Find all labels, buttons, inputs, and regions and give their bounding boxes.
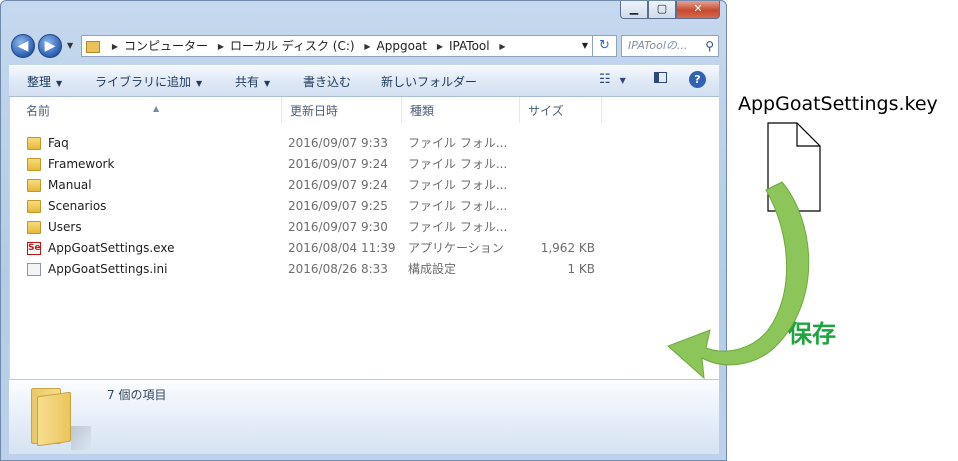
file-size: 1,962 KB bbox=[540, 241, 595, 255]
file-date: 2016/09/07 9:24 bbox=[288, 178, 388, 192]
file-row-scenarios[interactable]: Scenarios 2016/09/07 9:25 ファイル フォル... bbox=[10, 196, 719, 217]
file-name: AppGoatSettings.ini bbox=[48, 262, 168, 276]
chevron-down-icon: ▼ bbox=[196, 79, 203, 88]
file-row-faq[interactable]: Faq 2016/09/07 9:33 ファイル フォル... bbox=[10, 133, 719, 154]
file-type: ファイル フォル... bbox=[408, 178, 508, 192]
file-date: 2016/08/04 11:39 bbox=[288, 241, 396, 255]
file-date: 2016/09/07 9:25 bbox=[288, 199, 388, 213]
file-name: Framework bbox=[48, 157, 115, 171]
sort-ascending-icon: ▲ bbox=[153, 104, 160, 113]
maximize-button[interactable]: ▢ bbox=[648, 1, 676, 19]
file-name: Manual bbox=[48, 178, 92, 192]
column-name[interactable]: 名前 ▲ bbox=[18, 97, 282, 123]
file-type: ファイル フォル... bbox=[408, 199, 508, 213]
search-icon[interactable]: ⚲ bbox=[705, 36, 714, 56]
file-row-users[interactable]: Users 2016/09/07 9:30 ファイル フォル... bbox=[10, 217, 719, 238]
view-options-button[interactable]: ☷ ▼ bbox=[599, 72, 626, 87]
organize-button[interactable]: 整理 ▼ bbox=[27, 73, 62, 90]
save-label: 保存 bbox=[788, 320, 836, 348]
refresh-icon: ↻ bbox=[599, 38, 610, 53]
file-name: Users bbox=[48, 220, 82, 234]
file-date: 2016/09/07 9:30 bbox=[288, 220, 388, 234]
burn-button[interactable]: 書き込む bbox=[303, 73, 351, 90]
file-type: 構成設定 bbox=[408, 262, 457, 276]
organize-label: 整理 bbox=[27, 75, 52, 89]
folder-icon bbox=[27, 158, 41, 171]
file-name: Scenarios bbox=[48, 199, 107, 213]
chevron-right-icon[interactable]: ▶ bbox=[218, 42, 224, 51]
save-arrow bbox=[667, 181, 810, 380]
breadcrumb-local-disk[interactable]: ローカル ディスク (C:) bbox=[230, 39, 355, 53]
file-row-appgoatsettings-ini[interactable]: AppGoatSettings.ini 2016/08/26 8:33 構成設定… bbox=[10, 259, 719, 280]
preview-pane-button[interactable] bbox=[654, 72, 667, 87]
address-dropdown-icon[interactable]: ▼ bbox=[582, 36, 588, 56]
file-date: 2016/08/26 8:33 bbox=[288, 262, 388, 276]
search-placeholder: IPAToolの... bbox=[628, 39, 688, 52]
column-name-label: 名前 bbox=[26, 104, 51, 118]
chevron-right-icon[interactable]: ▶ bbox=[364, 42, 370, 51]
command-bar: 整理 ▼ ライブラリに追加 ▼ 共有 ▼ 書き込む 新しいフォルダー ☷ ▼ ? bbox=[9, 65, 719, 97]
file-row-appgoatsettings-exe[interactable]: Set AppGoatSettings.exe 2016/08/04 11:39… bbox=[10, 238, 719, 259]
details-pane: 7 個の項目 bbox=[9, 379, 719, 454]
file-size: 1 KB bbox=[567, 262, 595, 276]
file-type: ファイル フォル... bbox=[408, 136, 508, 150]
forward-button[interactable]: ▶ bbox=[38, 34, 62, 58]
recent-pages-dropdown[interactable]: ▼ bbox=[67, 41, 73, 50]
view-list-icon: ☷ bbox=[599, 72, 611, 87]
file-name: Faq bbox=[48, 136, 69, 150]
folder-icon bbox=[86, 40, 100, 53]
chevron-down-icon: ▼ bbox=[619, 76, 626, 85]
chevron-right-icon[interactable]: ▶ bbox=[437, 42, 443, 51]
settings-file-icon bbox=[27, 263, 41, 276]
address-bar[interactable]: ▶ コンピューター ▶ ローカル ディスク (C:) ▶ Appgoat ▶ IPATo… bbox=[81, 35, 593, 57]
back-button[interactable]: ◀ bbox=[11, 34, 35, 58]
forward-arrow-icon: ▶ bbox=[44, 38, 56, 54]
exe-app-icon: Set bbox=[27, 242, 41, 255]
chevron-down-icon: ▼ bbox=[56, 79, 63, 88]
back-arrow-icon: ◀ bbox=[17, 38, 29, 54]
folder-icon bbox=[27, 221, 41, 234]
chevron-down-icon: ▼ bbox=[264, 79, 271, 88]
file-date: 2016/09/07 9:33 bbox=[288, 136, 388, 150]
refresh-button[interactable]: ↻ bbox=[593, 35, 617, 57]
navigation-bar: ◀ ▶ ▼ ▶ コンピューター ▶ ローカル ディスク (C:) ▶ Appgoat … bbox=[9, 33, 719, 61]
include-library-button[interactable]: ライブラリに追加 ▼ bbox=[95, 73, 202, 90]
file-name: AppGoatSettings.exe bbox=[48, 241, 175, 255]
column-header: 名前 ▲ 更新日時 種類 サイズ bbox=[10, 97, 719, 123]
search-input[interactable]: IPAToolの... ⚲ bbox=[621, 35, 719, 57]
breadcrumb-computer[interactable]: コンピューター bbox=[124, 39, 208, 53]
breadcrumb-appgoat[interactable]: Appgoat bbox=[377, 39, 427, 53]
file-list-pane: 名前 ▲ 更新日時 種類 サイズ Faq 2016/09/07 9:33 ファイル… bbox=[9, 97, 719, 379]
file-type: ファイル フォル... bbox=[408, 157, 508, 171]
chevron-right-icon[interactable]: ▶ bbox=[499, 42, 505, 51]
file-type: アプリケーション bbox=[408, 241, 504, 255]
folder-icon bbox=[27, 137, 41, 150]
item-count: 7 個の項目 bbox=[107, 388, 167, 402]
close-button[interactable]: ✕ bbox=[676, 1, 720, 19]
help-icon: ? bbox=[694, 73, 701, 86]
column-type[interactable]: 種類 bbox=[402, 97, 520, 123]
file-type: ファイル フォル... bbox=[408, 220, 508, 234]
share-label: 共有 bbox=[235, 75, 260, 89]
column-size[interactable]: サイズ bbox=[520, 97, 602, 123]
file-row-manual[interactable]: Manual 2016/09/07 9:24 ファイル フォル... bbox=[10, 175, 719, 196]
breadcrumb-ipatool[interactable]: IPATool bbox=[449, 39, 490, 53]
preview-pane-icon bbox=[654, 72, 667, 83]
include-library-label: ライブラリに追加 bbox=[95, 75, 192, 89]
folder-icon bbox=[27, 200, 41, 213]
file-date: 2016/09/07 9:24 bbox=[288, 157, 388, 171]
share-button[interactable]: 共有 ▼ bbox=[235, 73, 270, 90]
help-button[interactable]: ? bbox=[689, 71, 706, 88]
new-folder-button[interactable]: 新しいフォルダー bbox=[381, 73, 477, 90]
caption-buttons: ▁ ▢ ✕ bbox=[620, 1, 720, 19]
minimize-button[interactable]: ▁ bbox=[620, 1, 648, 19]
key-file-label: AppGoatSettings.key bbox=[738, 93, 938, 115]
folder-icon bbox=[27, 179, 41, 192]
column-date[interactable]: 更新日時 bbox=[282, 97, 402, 123]
explorer-window: ▁ ▢ ✕ ◀ ▶ ▼ ▶ コンピューター ▶ ローカル ディスク (C:) ▶ Ap… bbox=[0, 0, 727, 461]
large-folder-icon bbox=[31, 388, 91, 450]
file-row-framework[interactable]: Framework 2016/09/07 9:24 ファイル フォル... bbox=[10, 154, 719, 175]
chevron-right-icon[interactable]: ▶ bbox=[112, 42, 118, 51]
